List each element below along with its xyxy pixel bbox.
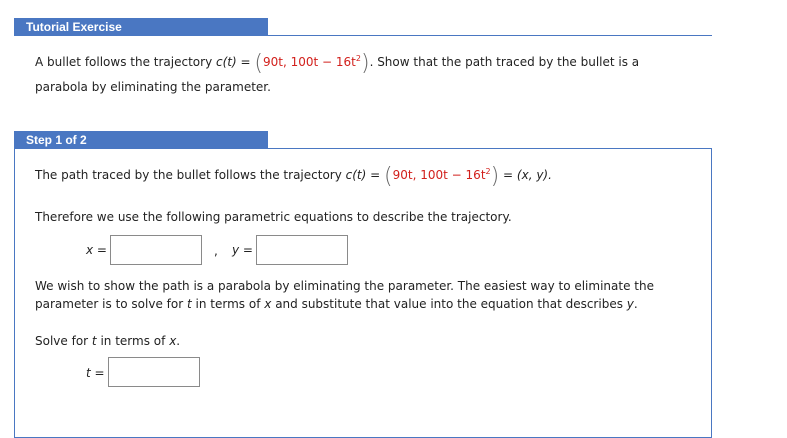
- t-input[interactable]: [108, 357, 200, 387]
- open-paren: (: [254, 51, 263, 76]
- problem-statement: A bullet follows the trajectory c(t) = (…: [35, 51, 639, 76]
- wish-line2: parameter is to solve for t in terms of …: [35, 297, 638, 311]
- equals-xy: = (x, y).: [503, 168, 552, 182]
- step-y-component: 100t − 16t2: [420, 167, 491, 182]
- step-x-component: 90t,: [392, 168, 417, 182]
- y-input[interactable]: [256, 235, 348, 265]
- solve-instruction: Solve for t in terms of x.: [35, 334, 181, 348]
- x-label: x =: [86, 243, 107, 257]
- tutorial-header: Tutorial Exercise: [14, 18, 268, 36]
- problem-text: A bullet follows the trajectory: [35, 55, 213, 69]
- ct-label: c(t) =: [216, 55, 251, 69]
- tutorial-header-rule: [268, 35, 712, 36]
- x-input[interactable]: [110, 235, 202, 265]
- step-header: Step 1 of 2: [14, 131, 268, 149]
- y-component: 100t − 16t2: [290, 54, 361, 69]
- x-component: 90t,: [262, 55, 287, 69]
- problem-line2: parabola by eliminating the parameter.: [35, 80, 271, 94]
- close-paren: ): [360, 51, 370, 76]
- problem-text-end: . Show that the path traced by the bulle…: [369, 55, 640, 69]
- t-label: t =: [86, 366, 105, 380]
- comma-separator: ,: [214, 244, 218, 258]
- path-statement: The path traced by the bullet follows th…: [35, 164, 552, 189]
- step-panel: [14, 148, 712, 438]
- step-ct-label: c(t) =: [345, 168, 381, 182]
- therefore-text: Therefore we use the following parametri…: [35, 210, 512, 224]
- step-close-paren: ): [490, 164, 500, 189]
- wish-line1: We wish to show the path is a parabola b…: [35, 279, 654, 293]
- step-open-paren: (: [384, 164, 393, 189]
- path-text: The path traced by the bullet follows th…: [35, 168, 342, 182]
- y-label: y =: [232, 243, 253, 257]
